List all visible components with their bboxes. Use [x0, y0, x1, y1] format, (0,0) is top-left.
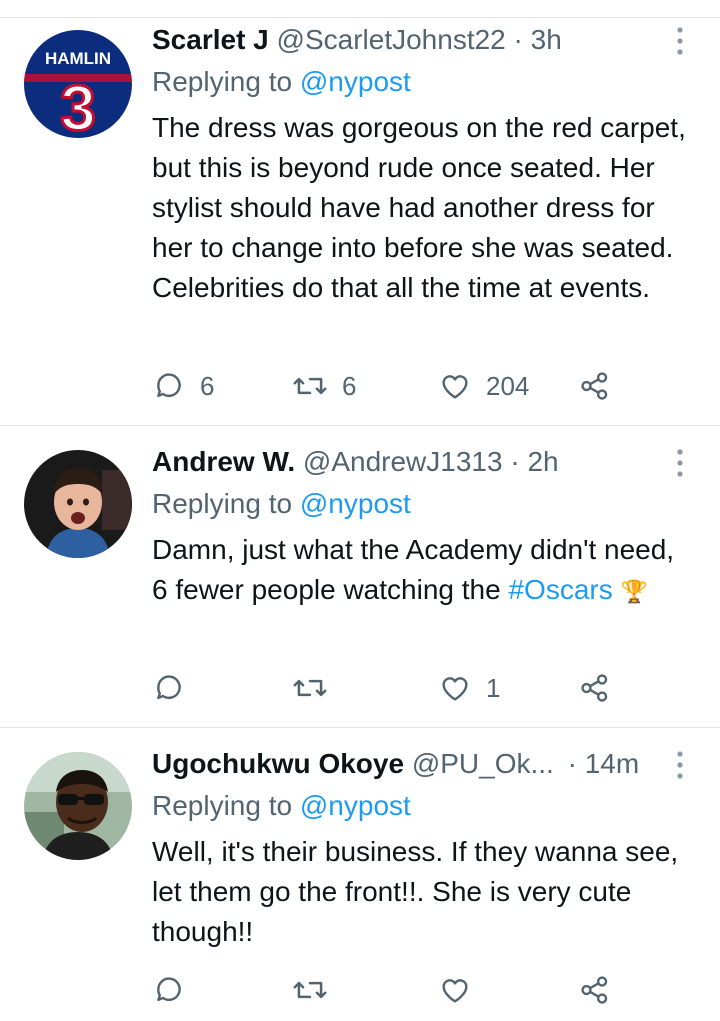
share-button[interactable]: [578, 366, 612, 406]
replying-prefix: Replying to: [152, 488, 300, 519]
like-button[interactable]: [438, 970, 486, 1010]
retweet-button[interactable]: 6: [292, 366, 356, 406]
retweet-count: 6: [342, 370, 357, 401]
replying-to: Replying to @nypost: [152, 484, 411, 524]
like-count: 204: [486, 370, 530, 401]
replying-mention-link[interactable]: @nypost: [300, 66, 411, 97]
reply-icon: [157, 373, 181, 398]
separator-dot: ·: [502, 446, 528, 477]
reply-button[interactable]: [152, 668, 200, 708]
tweet-header: Scarlet J @ScarletJohnst22 · 3h: [152, 20, 670, 60]
tweet-text: The dress was gorgeous on the red carpet…: [152, 112, 686, 303]
retweet-button[interactable]: [292, 970, 342, 1010]
avatar-ugochukwu[interactable]: [24, 752, 132, 860]
display-name[interactable]: Ugochukwu Okoye: [152, 748, 404, 779]
user-handle[interactable]: @ScarletJohnst22: [277, 24, 506, 55]
retweet-icon: [293, 377, 327, 395]
like-icon: [442, 677, 468, 701]
retweet-icon: [293, 981, 327, 999]
tweet-text-container: Damn, just what the Academy didn't need,…: [152, 530, 692, 612]
trophy-emoji: 🏆: [620, 579, 648, 604]
timestamp[interactable]: 2h: [527, 446, 558, 477]
person-avatar-image: [24, 450, 132, 558]
tweet-2[interactable]: Andrew W. @AndrewJ1313 · 2h Replying to …: [0, 426, 720, 728]
replying-mention-link[interactable]: @nypost: [300, 790, 411, 821]
avatar-name-text: HAMLIN: [45, 49, 111, 68]
display-name[interactable]: Andrew W.: [152, 446, 295, 477]
more-options-icon[interactable]: [674, 750, 686, 780]
like-count: 1: [486, 672, 501, 703]
tweet-actions: [152, 970, 622, 1010]
reply-button[interactable]: 6: [152, 366, 214, 406]
like-button[interactable]: 204: [438, 366, 529, 406]
tweet-actions: 6 6 204: [152, 366, 622, 406]
more-options-icon[interactable]: [674, 448, 686, 478]
share-button[interactable]: [578, 970, 612, 1010]
reply-button[interactable]: [152, 970, 200, 1010]
user-handle[interactable]: @PU_Ok...: [412, 748, 554, 779]
tweet-1[interactable]: HAMLIN 3 Scarlet J @ScarletJohnst22 · 3h…: [0, 18, 720, 426]
avatar-scarlet[interactable]: HAMLIN 3: [24, 30, 132, 138]
tweet-header: Ugochukwu Okoye @PU_Ok... · 14m: [152, 744, 654, 784]
reply-icon: [157, 675, 181, 700]
reply-count: 6: [200, 370, 215, 401]
replying-prefix: Replying to: [152, 790, 300, 821]
share-icon: [581, 674, 608, 702]
retweet-button[interactable]: [292, 668, 342, 708]
replying-mention-link[interactable]: @nypost: [300, 488, 411, 519]
tweet-3[interactable]: Ugochukwu Okoye @PU_Ok... · 14m Replying…: [0, 728, 720, 1021]
avatar-andrew[interactable]: [24, 450, 132, 558]
replying-prefix: Replying to: [152, 66, 300, 97]
like-icon: [442, 979, 468, 1003]
hashtag-link[interactable]: #Oscars: [508, 574, 612, 605]
share-button[interactable]: [578, 668, 612, 708]
avatar-number-text: 3: [60, 72, 96, 138]
share-icon: [581, 372, 608, 400]
reply-icon: [157, 977, 181, 1002]
user-handle[interactable]: @AndrewJ1313: [303, 446, 503, 477]
share-icon: [581, 976, 608, 1004]
separator-dot: ·: [559, 748, 585, 779]
replying-to: Replying to @nypost: [152, 62, 411, 102]
timestamp[interactable]: 14m: [585, 748, 639, 779]
retweet-icon: [293, 679, 327, 697]
like-icon: [442, 375, 468, 399]
display-name[interactable]: Scarlet J: [152, 24, 269, 55]
like-button[interactable]: 1: [438, 668, 500, 708]
timestamp[interactable]: 3h: [531, 24, 562, 55]
person-avatar-image: [24, 752, 132, 860]
tweet-text: Well, it's their business. If they wanna…: [152, 836, 679, 947]
tweet-header: Andrew W. @AndrewJ1313 · 2h: [152, 442, 670, 482]
replying-to: Replying to @nypost: [152, 786, 411, 826]
more-options-icon[interactable]: [674, 26, 686, 56]
separator-dot: ·: [505, 24, 531, 55]
jersey-avatar-image: HAMLIN 3: [24, 30, 132, 138]
tweet-actions: 1: [152, 668, 622, 708]
